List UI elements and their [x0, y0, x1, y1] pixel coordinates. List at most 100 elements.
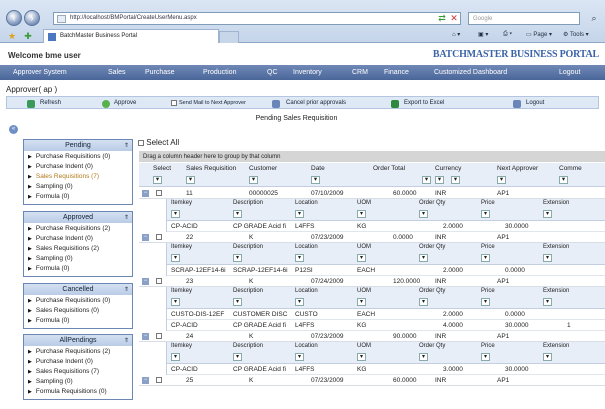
detail-col[interactable]: Itemkey [171, 244, 192, 250]
menu-crm[interactable]: CRM [352, 65, 368, 80]
detail-col[interactable]: Itemkey [171, 200, 192, 206]
tools-menu[interactable]: ⚙ Tools ▾ [563, 31, 589, 38]
filter-icon[interactable]: ▾ [357, 353, 366, 361]
panel-header[interactable]: Pending ⇑ [24, 140, 132, 151]
filter-icon[interactable]: ▾ [311, 176, 320, 184]
collapse-icon[interactable]: ⇑ [124, 336, 129, 347]
menu-inventory[interactable]: Inventory [293, 65, 322, 80]
table-row[interactable]: − 23 K 07/24/2009 120.0000 INR AP1 [139, 276, 605, 287]
select-all[interactable]: Select All [138, 138, 179, 147]
detail-col[interactable]: Extension [543, 244, 569, 250]
filter-icon[interactable]: ▾ [153, 176, 162, 184]
logout-icon[interactable] [513, 100, 521, 108]
collapse-icon[interactable]: ⇑ [124, 213, 129, 224]
detail-col[interactable]: Order Qty [419, 343, 445, 349]
print-icon[interactable]: ⎙ ▾ [503, 31, 512, 38]
filter-icon[interactable]: ▾ [233, 298, 242, 306]
filter-icon[interactable]: ▾ [543, 298, 552, 306]
table-row[interactable]: − 22 K 07/23/2009 0.0000 INR AP1 [139, 232, 605, 243]
refresh-icon[interactable] [27, 100, 35, 108]
col-sales-requisition[interactable]: Sales Requisition [186, 165, 236, 172]
filter-icon[interactable]: ▾ [497, 176, 506, 184]
detail-col[interactable]: Description [233, 288, 263, 294]
filter-icon[interactable]: ▾ [422, 176, 431, 184]
filter-icon[interactable]: ▾ [295, 210, 304, 218]
row-checkbox[interactable] [156, 190, 162, 196]
detail-col[interactable]: Location [295, 288, 318, 294]
panel-item[interactable]: Sampling (0) [28, 182, 132, 192]
group-by-bar[interactable]: Drag a column header here to group by th… [139, 151, 605, 162]
detail-col[interactable]: Description [233, 200, 263, 206]
detail-col[interactable]: Location [295, 343, 318, 349]
collapse-panel-icon[interactable]: « [9, 125, 18, 134]
new-tab-button[interactable] [219, 31, 239, 43]
approve-button[interactable]: Approve [114, 100, 136, 106]
menu-sales[interactable]: Sales [108, 65, 126, 80]
detail-col[interactable]: Order Qty [419, 288, 445, 294]
filter-icon[interactable]: ▾ [543, 254, 552, 262]
expand-icon[interactable]: − [142, 234, 149, 241]
filter-icon[interactable]: ▾ [481, 254, 490, 262]
detail-col[interactable]: Itemkey [171, 288, 192, 294]
panel-item[interactable]: Sales Requisitions (2) [28, 244, 132, 254]
go-icon[interactable]: ⇄ [436, 12, 448, 24]
panel-item[interactable]: Purchase Indent (0) [28, 234, 132, 244]
send-mail-checkbox[interactable] [171, 100, 177, 106]
menu-qc[interactable]: QC [267, 65, 278, 80]
detail-col[interactable]: Extension [543, 343, 569, 349]
filter-icon[interactable]: ▾ [233, 254, 242, 262]
panel-header[interactable]: Approved ⇑ [24, 212, 132, 223]
address-bar[interactable]: http://localhost/BMPortal/CreateUserMenu… [53, 12, 461, 25]
collapse-icon[interactable]: ⇑ [124, 285, 129, 296]
excel-icon[interactable] [391, 100, 399, 108]
filter-icon[interactable]: ▾ [419, 353, 428, 361]
export-excel-button[interactable]: Export to Excel [404, 100, 444, 106]
detail-col[interactable]: Order Qty [419, 244, 445, 250]
filter-icon[interactable]: ▾ [419, 254, 428, 262]
menu-approver-system[interactable]: Approver System [13, 65, 67, 80]
row-checkbox[interactable] [156, 234, 162, 240]
menu-finance[interactable]: Finance [384, 65, 409, 80]
panel-header[interactable]: Cancelled ⇑ [24, 284, 132, 295]
filter-icon[interactable]: ▾ [295, 298, 304, 306]
detail-row[interactable]: SCRAP-12EF14-6i SCRAP-12EF14-6i P12SI EACH 2… [167, 265, 605, 276]
menu-production[interactable]: Production [203, 65, 236, 80]
detail-col[interactable]: Price [481, 288, 495, 294]
filter-icon[interactable]: ▾ [419, 210, 428, 218]
detail-row[interactable]: CP-ACID CP GRADE Acid fi L4FFS KG 4.0000 30.0… [167, 320, 605, 331]
filter-icon[interactable]: ▾ [295, 254, 304, 262]
expand-icon[interactable]: − [142, 278, 149, 285]
filter-icon[interactable]: ▾ [171, 298, 180, 306]
detail-col[interactable]: Location [295, 244, 318, 250]
row-checkbox[interactable] [156, 377, 162, 383]
detail-col[interactable]: Extension [543, 200, 569, 206]
filter-icon[interactable]: ▾ [481, 298, 490, 306]
panel-item[interactable]: Purchase Requisitions (2) [28, 224, 132, 234]
detail-col[interactable]: Order Qty [419, 200, 445, 206]
filter-icon[interactable]: ▾ [357, 298, 366, 306]
cancel-prior-icon[interactable] [272, 100, 280, 108]
filter-icon[interactable]: ▾ [233, 353, 242, 361]
row-checkbox[interactable] [156, 278, 162, 284]
col-comments[interactable]: Comme [559, 165, 582, 172]
filter-icon[interactable]: ▾ [481, 353, 490, 361]
panel-item[interactable]: Sampling (0) [28, 377, 132, 387]
panel-item[interactable]: Sales Requisitions (0) [28, 306, 132, 316]
filter-icon[interactable]: ▾ [171, 254, 180, 262]
menu-customized-dashboard[interactable]: Customized Dashboard [434, 65, 507, 80]
panel-item[interactable]: Purchase Indent (0) [28, 357, 132, 367]
panel-header[interactable]: AllPendings ⇑ [24, 335, 132, 346]
add-favorite-icon[interactable]: ✚ [22, 30, 34, 42]
favorites-icon[interactable]: ★ [6, 30, 18, 42]
panel-item[interactable]: Formula Requisitions (0) [28, 387, 132, 397]
panel-item[interactable]: Sampling (0) [28, 254, 132, 264]
page-menu[interactable]: ▭ Page ▾ [526, 31, 552, 38]
browser-tab[interactable]: BatchMaster Business Portal [43, 29, 219, 43]
detail-col[interactable]: Itemkey [171, 343, 192, 349]
filter-icon[interactable]: ▾ [419, 298, 428, 306]
search-icon[interactable]: ⌕ [588, 12, 600, 24]
filter-icon[interactable]: ▾ [249, 176, 258, 184]
back-icon[interactable]: ‹ [6, 10, 22, 26]
detail-col[interactable]: Description [233, 343, 263, 349]
filter-icon[interactable]: ▾ [451, 176, 460, 184]
